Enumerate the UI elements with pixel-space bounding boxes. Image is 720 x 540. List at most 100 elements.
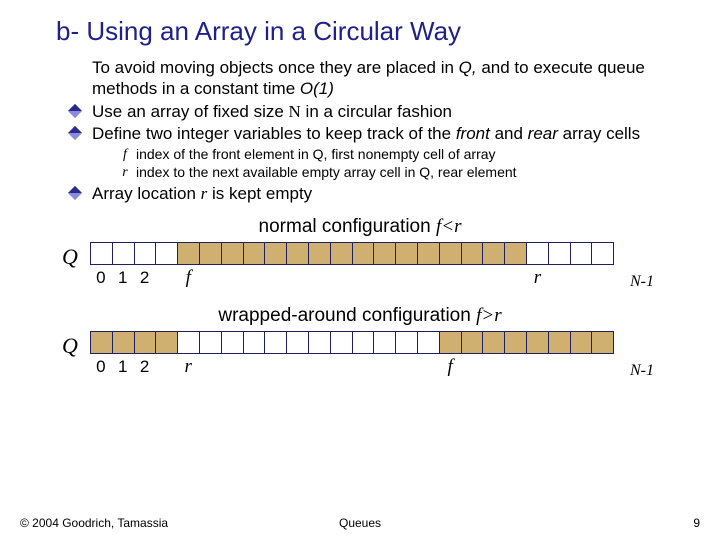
array-cell: [309, 243, 331, 264]
index-label: 2: [134, 356, 156, 378]
array-cells-wrapped: [90, 331, 614, 354]
array-cell: [592, 243, 613, 264]
array-cell: [374, 243, 396, 264]
index-row-wrapped: 012rf: [90, 356, 614, 378]
index-label: [439, 267, 461, 289]
array-cell: [244, 332, 266, 353]
bullet-intro: To avoid moving objects once they are pl…: [92, 57, 660, 100]
big-o: O(1): [300, 79, 334, 98]
config-normal-label: normal configuration f<r: [28, 216, 692, 238]
index-label: r: [527, 267, 549, 289]
index-label: f: [177, 267, 199, 289]
index-label: [374, 267, 396, 289]
array-cell: [353, 332, 375, 353]
index-label: [527, 356, 549, 378]
array-cell: [178, 332, 200, 353]
array-cell: [571, 243, 593, 264]
array-cells-normal: [90, 242, 614, 265]
var-r: r: [118, 164, 132, 182]
index-label: 1: [112, 356, 134, 378]
index-label: [505, 267, 527, 289]
text: Define two integer variables to keep tra…: [92, 124, 456, 143]
array-cell: [483, 332, 505, 353]
text: normal configuration: [259, 216, 436, 237]
index-label: [221, 267, 243, 289]
array-cell: [483, 243, 505, 264]
index-label: [286, 267, 308, 289]
array-cell: [331, 332, 353, 353]
array-cell: [592, 332, 613, 353]
array-cell: [91, 243, 113, 264]
var-n: N: [289, 102, 301, 121]
text: index of the front element in: [136, 146, 313, 162]
index-label: [330, 267, 352, 289]
array-cell: [222, 332, 244, 353]
index-label: [352, 267, 374, 289]
index-label: [417, 356, 439, 378]
index-label: [592, 356, 614, 378]
index-label: [461, 356, 483, 378]
index-label: [199, 356, 221, 378]
var-q: Q,: [313, 146, 328, 162]
array-cell: [200, 243, 222, 264]
index-label: [265, 356, 287, 378]
array-cell: [331, 243, 353, 264]
text: first nonempty cell of array: [327, 146, 495, 162]
var-rear: rear: [528, 124, 558, 143]
index-label: [374, 356, 396, 378]
index-label: [221, 356, 243, 378]
text: rear element: [434, 164, 516, 180]
n-minus-1-label: N-1: [630, 362, 654, 380]
array-cell: [135, 332, 157, 353]
condition: f<r: [436, 216, 462, 237]
index-label: [505, 356, 527, 378]
index-label: [352, 356, 374, 378]
array-cell: [527, 243, 549, 264]
index-row-normal: 012fr: [90, 267, 614, 289]
array-wrapped: Q 012rf N-1: [90, 331, 642, 378]
index-label: [243, 267, 265, 289]
array-q-label: Q: [62, 333, 78, 359]
index-label: 1: [112, 267, 134, 289]
index-label: [286, 356, 308, 378]
text: index to the next available empty array …: [136, 164, 419, 180]
text: Array location: [92, 184, 201, 203]
array-cell: [505, 243, 527, 264]
index-label: [330, 356, 352, 378]
array-cell: [244, 243, 266, 264]
array-cell: [505, 332, 527, 353]
array-cell: [135, 243, 157, 264]
index-label: [548, 356, 570, 378]
array-cell: [200, 332, 222, 353]
array-cell: [265, 332, 287, 353]
index-label: [417, 267, 439, 289]
text: To avoid moving objects once they are pl…: [92, 58, 459, 77]
array-cell: [222, 243, 244, 264]
array-cell: [156, 332, 178, 353]
array-cell: [440, 243, 462, 264]
bullet-list: To avoid moving objects once they are pl…: [92, 57, 660, 144]
array-cell: [549, 332, 571, 353]
array-cell: [374, 332, 396, 353]
index-label: [461, 267, 483, 289]
index-label: [483, 267, 505, 289]
array-cell: [571, 332, 593, 353]
array-cell: [549, 243, 571, 264]
bullet-list-2: Array location r is kept empty: [92, 183, 660, 204]
condition: f>r: [476, 305, 502, 326]
sub-f: f index of the front element in Q, first…: [118, 146, 692, 164]
array-cell: [113, 243, 135, 264]
bullet-r-empty: Array location r is kept empty: [92, 183, 660, 204]
index-label: [199, 267, 221, 289]
array-cell: [396, 332, 418, 353]
array-cell: [113, 332, 135, 353]
index-label: [396, 356, 418, 378]
slide-title: b- Using an Array in a Circular Way: [56, 16, 692, 47]
index-label: [570, 356, 592, 378]
text: in a circular fashion: [301, 102, 452, 121]
index-label: [570, 267, 592, 289]
array-cell: [265, 243, 287, 264]
index-label: 0: [90, 356, 112, 378]
index-label: [243, 356, 265, 378]
array-cell: [287, 332, 309, 353]
